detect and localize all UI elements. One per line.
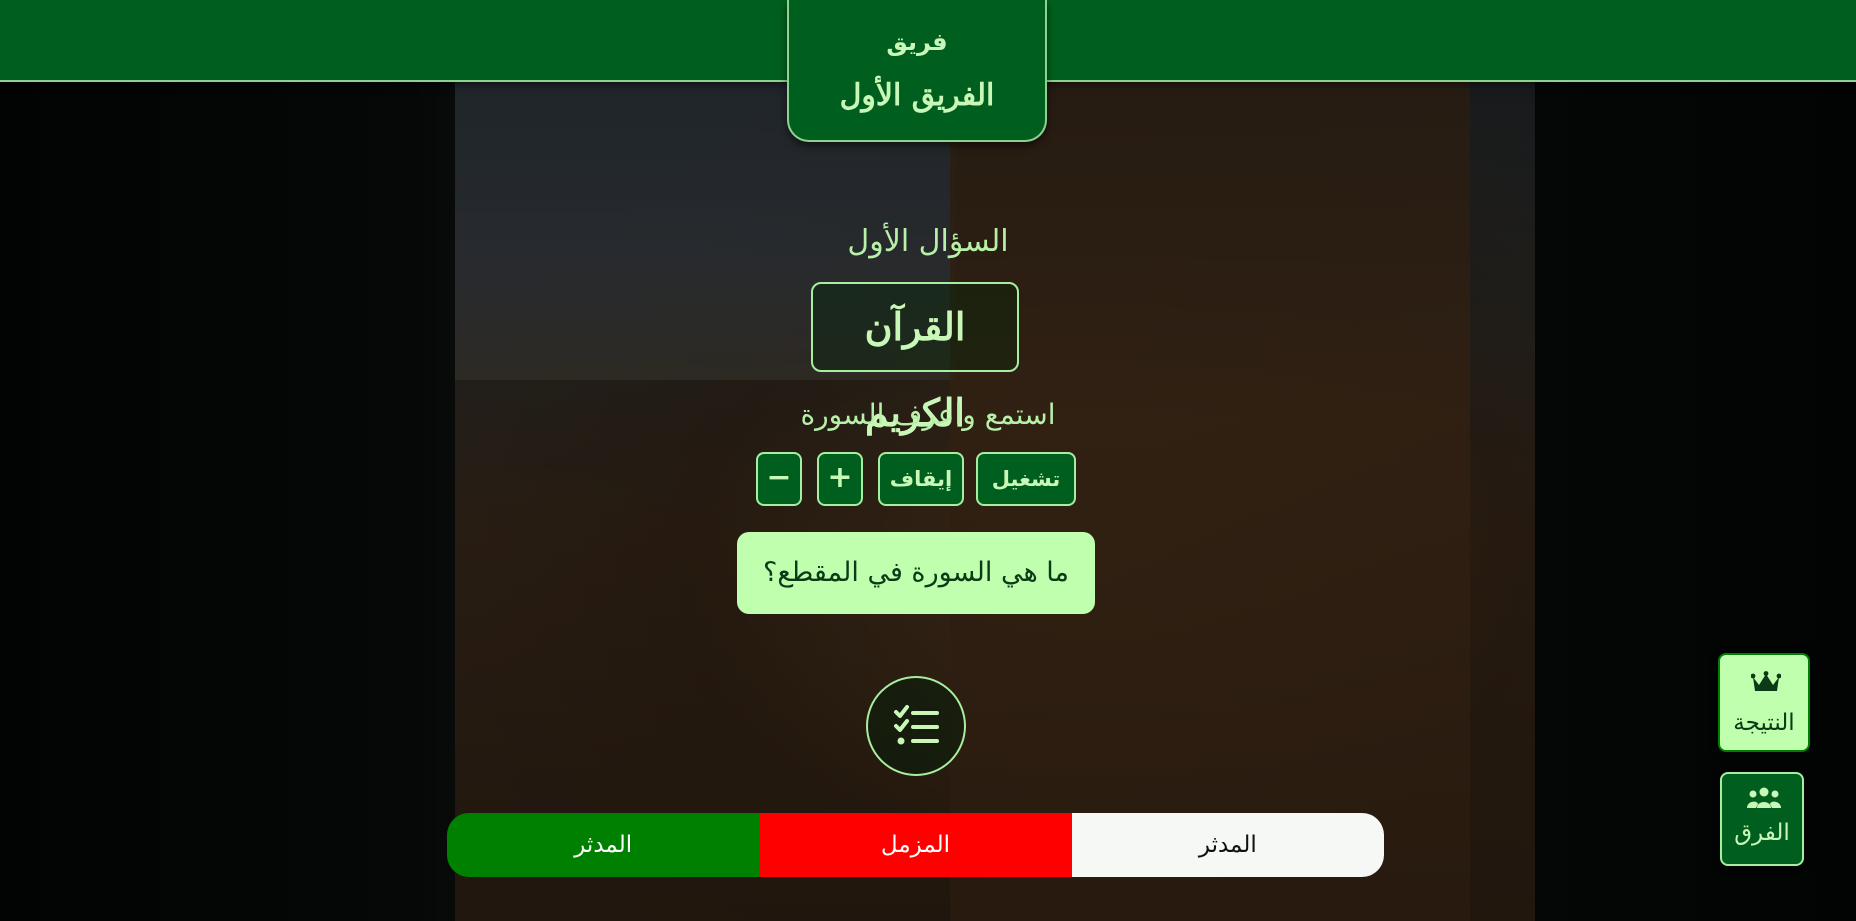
- category-box: القرآن الكريم: [811, 282, 1019, 435]
- teams-button[interactable]: الفرق: [1720, 772, 1804, 866]
- result-label: النتيجة: [1733, 710, 1795, 736]
- decrease-button[interactable]: −: [756, 452, 802, 506]
- current-team-tab: فريق الفريق الأول: [787, 0, 1047, 142]
- teams-label: الفرق: [1734, 820, 1790, 846]
- play-button[interactable]: تشغيل: [976, 452, 1076, 506]
- option-3[interactable]: المدثر: [447, 813, 760, 877]
- crown-icon: [1751, 671, 1781, 691]
- question-prompt: ما هي السورة في المقطع؟: [737, 532, 1095, 614]
- increase-button[interactable]: +: [817, 452, 863, 506]
- team-label: فريق: [886, 28, 948, 56]
- option-1[interactable]: المدثر: [1071, 813, 1384, 877]
- audio-controls: − + إيقاف تشغيل: [756, 452, 1076, 506]
- option-2[interactable]: المزمل: [759, 813, 1072, 877]
- result-button[interactable]: النتيجة: [1718, 653, 1810, 752]
- question-number: السؤال الأول: [847, 224, 1009, 259]
- answer-options: المدثر المزمل المدثر: [447, 813, 1384, 877]
- show-answers-button[interactable]: [866, 676, 966, 776]
- question-instruction: استمع واعرف السورة: [800, 398, 1056, 431]
- list-check-icon: [894, 705, 939, 745]
- team-name: الفريق الأول: [839, 78, 995, 113]
- stop-button[interactable]: إيقاف: [878, 452, 964, 506]
- users-icon: [1747, 787, 1781, 808]
